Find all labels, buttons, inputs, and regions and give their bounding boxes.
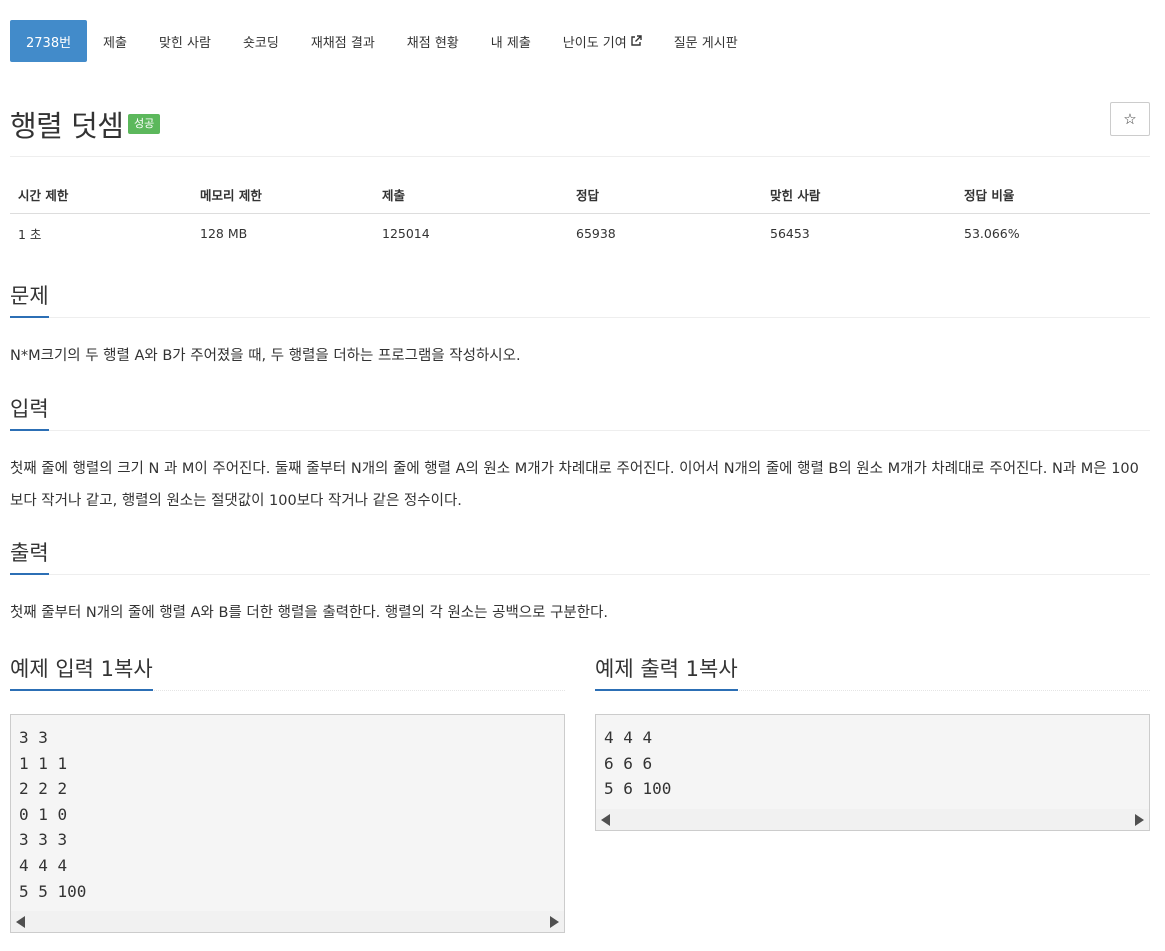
- star-icon: ☆: [1123, 110, 1137, 128]
- tab-submit[interactable]: 제출: [87, 20, 143, 62]
- section-title: 문제: [10, 280, 49, 318]
- table-header-row: 시간 제한 메모리 제한 제출 정답 맞힌 사람 정답 비율: [10, 176, 1150, 214]
- header-solved-users: 맞힌 사람: [762, 176, 956, 214]
- scroll-left-icon[interactable]: [601, 814, 610, 826]
- tab-label: 숏코딩: [242, 35, 279, 51]
- output-section-header: 출력: [10, 537, 1150, 575]
- sample-output-code[interactable]: 4 4 4 6 6 6 5 6 100: [595, 714, 1150, 809]
- sample-input-title: 예제 입력 1: [10, 657, 114, 681]
- tab-rejudge-results[interactable]: 재채점 결과: [295, 20, 391, 62]
- scroll-left-icon[interactable]: [16, 916, 25, 928]
- tab-label: 맞힌 사람: [158, 35, 211, 51]
- header-submissions: 제출: [374, 176, 568, 214]
- problem-description: N*M크기의 두 행렬 A와 B가 주어졌을 때, 두 행렬을 더하는 프로그램…: [10, 348, 521, 364]
- tab-my-submissions[interactable]: 내 제출: [475, 20, 547, 62]
- scroll-right-icon[interactable]: [1135, 814, 1144, 826]
- favorite-button[interactable]: ☆: [1110, 102, 1150, 136]
- tab-label: 2738번: [26, 35, 72, 51]
- sample-input-header: 예제 입력 1복사: [10, 653, 565, 691]
- tab-label: 내 제출: [490, 35, 531, 51]
- section-title: 예제 입력 1복사: [10, 653, 153, 691]
- title-divider: [10, 156, 1150, 157]
- memory-limit-value: 128 MB: [200, 226, 248, 241]
- tab-question-board[interactable]: 질문 게시판: [658, 20, 754, 62]
- sample-input-scrollbar[interactable]: [10, 911, 565, 933]
- output-description: 첫째 줄부터 N개의 줄에 행렬 A와 B를 더한 행렬을 출력한다. 행렬의 …: [10, 605, 609, 621]
- sample-output-title: 예제 출력 1: [595, 657, 699, 681]
- header-accepted: 정답: [568, 176, 762, 214]
- table-row: 1 초 128 MB 125014 65938 56453 53.066%: [10, 214, 1150, 254]
- sample-input-code[interactable]: 3 3 1 1 1 2 2 2 0 1 0 3 3 3 4 4 4 5 5 10…: [10, 714, 565, 911]
- accepted-value: 65938: [576, 226, 616, 241]
- sample-output-header: 예제 출력 1복사: [595, 653, 1150, 691]
- header-time-limit: 시간 제한: [10, 176, 192, 214]
- section-title: 출력: [10, 537, 49, 575]
- tab-label: 재채점 결과: [310, 35, 375, 51]
- submissions-value: 125014: [382, 226, 430, 241]
- problem-section-header: 문제: [10, 280, 1150, 318]
- header-memory-limit: 메모리 제한: [192, 176, 374, 214]
- tab-solved-users[interactable]: 맞힌 사람: [143, 20, 227, 62]
- tab-problem-number[interactable]: 2738번: [10, 20, 88, 62]
- external-link-icon: [631, 35, 642, 46]
- page-title: 행렬 덧셈: [10, 109, 124, 143]
- problem-menu-tabs: 2738번 제출 맞힌 사람 숏코딩 재채점 결과 채점 현황 내 제출 난이도…: [10, 20, 754, 62]
- scroll-right-icon[interactable]: [550, 916, 559, 928]
- solved-users-value: 56453: [770, 226, 810, 241]
- copy-input-button[interactable]: 복사: [114, 657, 153, 681]
- tab-short-coding[interactable]: 숏코딩: [227, 20, 295, 62]
- header-accept-ratio: 정답 비율: [956, 176, 1150, 214]
- accept-ratio-value: 53.066%: [964, 226, 1020, 241]
- tab-label: 질문 게시판: [673, 35, 738, 51]
- problem-title-row: 행렬 덧셈 성공 ☆: [10, 96, 1150, 152]
- tab-difficulty-contribution[interactable]: 난이도 기여: [547, 20, 658, 62]
- sample-output-scrollbar[interactable]: [595, 809, 1150, 831]
- status-badge: 성공: [128, 114, 161, 134]
- input-section-header: 입력: [10, 393, 1150, 431]
- copy-output-button[interactable]: 복사: [699, 657, 738, 681]
- tab-label: 채점 현황: [406, 35, 459, 51]
- problem-info-table: 시간 제한 메모리 제한 제출 정답 맞힌 사람 정답 비율 1 초 128 M…: [10, 176, 1150, 253]
- time-limit-value: 1 초: [18, 227, 42, 242]
- tab-label: 제출: [103, 35, 127, 51]
- input-description: 첫째 줄에 행렬의 크기 N 과 M이 주어진다. 둘째 줄부터 N개의 줄에 …: [10, 461, 1139, 509]
- tab-judge-status[interactable]: 채점 현황: [391, 20, 475, 62]
- section-title: 입력: [10, 393, 49, 431]
- tab-label: 난이도 기여: [562, 35, 627, 51]
- section-title: 예제 출력 1복사: [595, 653, 738, 691]
